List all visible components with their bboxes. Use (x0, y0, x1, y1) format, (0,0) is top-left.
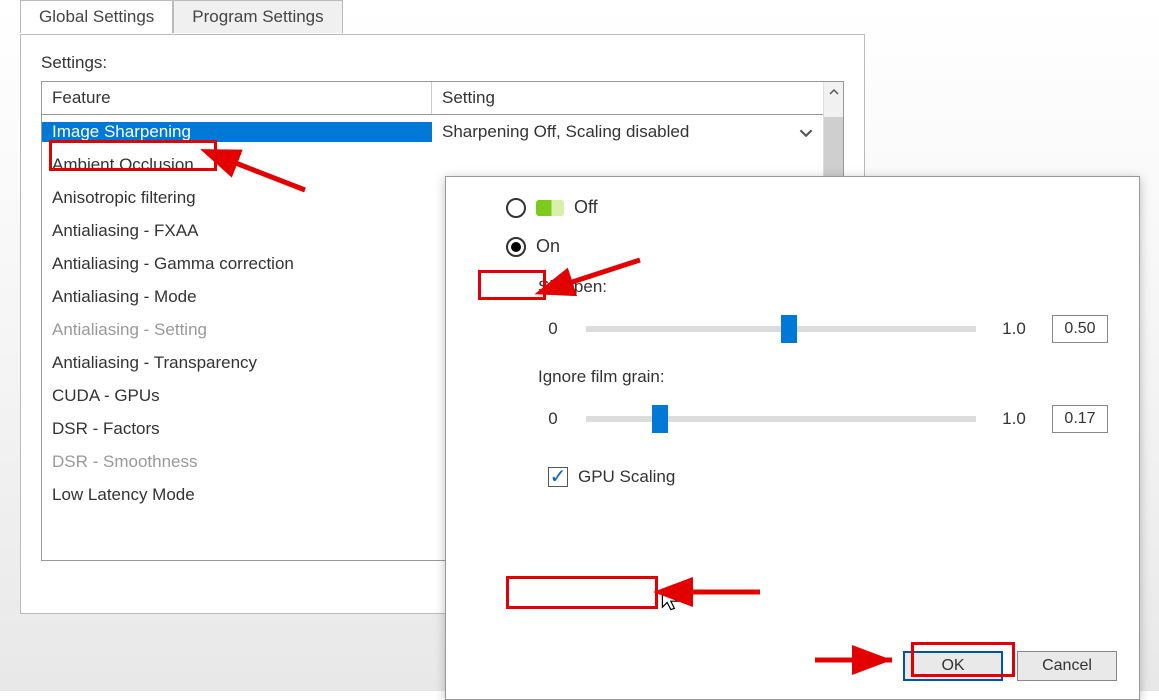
gpu-scaling-label: GPU Scaling (578, 467, 675, 487)
grain-slider[interactable] (586, 416, 976, 422)
column-setting[interactable]: Setting (432, 82, 843, 114)
feature-aa-setting: Antialiasing - Setting (42, 320, 432, 340)
image-sharpening-dialog: Off On Sharpen: 0 1.0 0.50 Ignore film g… (445, 176, 1140, 700)
gpu-scaling-row[interactable]: ✓ GPU Scaling (548, 467, 1117, 487)
radio-off[interactable] (506, 198, 526, 218)
sharpen-min: 0 (538, 319, 568, 339)
nvidia-icon (536, 200, 564, 216)
sharpen-slider[interactable] (586, 326, 976, 332)
radio-on-label: On (536, 236, 560, 257)
feature-anisotropic-filtering[interactable]: Anisotropic filtering (42, 188, 432, 208)
sharpen-label: Sharpen: (538, 277, 1117, 297)
radio-on[interactable] (506, 237, 526, 257)
feature-aa-fxaa[interactable]: Antialiasing - FXAA (42, 221, 432, 241)
feature-aa-gamma[interactable]: Antialiasing - Gamma correction (42, 254, 432, 274)
slider-thumb[interactable] (652, 405, 668, 433)
chevron-down-icon (799, 125, 813, 139)
tab-global-settings[interactable]: Global Settings (20, 0, 173, 33)
feature-aa-mode[interactable]: Antialiasing - Mode (42, 287, 432, 307)
feature-ambient-occlusion[interactable]: Ambient Occlusion (42, 155, 432, 175)
settings-label: Settings: (41, 53, 844, 73)
feature-image-sharpening[interactable]: Image Sharpening (42, 122, 432, 142)
grain-min: 0 (538, 409, 568, 429)
feature-low-latency[interactable]: Low Latency Mode (42, 485, 432, 505)
sharpen-value[interactable]: 0.50 (1052, 315, 1108, 343)
feature-dsr-smoothness: DSR - Smoothness (42, 452, 432, 472)
tab-program-settings[interactable]: Program Settings (173, 0, 342, 33)
grain-max: 1.0 (994, 409, 1034, 429)
grain-value[interactable]: 0.17 (1052, 405, 1108, 433)
setting-value: Sharpening Off, Scaling disabled (442, 122, 689, 141)
ok-button[interactable]: OK (903, 651, 1003, 681)
radio-on-row[interactable]: On (506, 236, 1117, 257)
feature-aa-transparency[interactable]: Antialiasing - Transparency (42, 353, 432, 373)
sharpen-max: 1.0 (994, 319, 1034, 339)
radio-off-row[interactable]: Off (506, 197, 1117, 218)
grain-label: Ignore film grain: (538, 367, 1117, 387)
setting-dropdown[interactable]: Sharpening Off, Scaling disabled (432, 122, 843, 142)
feature-dsr-factors[interactable]: DSR - Factors (42, 419, 432, 439)
table-row[interactable]: Image Sharpening Sharpening Off, Scaling… (42, 115, 843, 148)
cancel-button[interactable]: Cancel (1017, 651, 1117, 681)
cursor-icon (660, 588, 684, 612)
slider-thumb[interactable] (781, 315, 797, 343)
radio-off-label: Off (574, 197, 598, 218)
column-feature[interactable]: Feature (42, 82, 432, 114)
scroll-up-icon[interactable] (824, 82, 843, 102)
feature-cuda-gpus[interactable]: CUDA - GPUs (42, 386, 432, 406)
gpu-scaling-checkbox[interactable]: ✓ (548, 467, 568, 487)
